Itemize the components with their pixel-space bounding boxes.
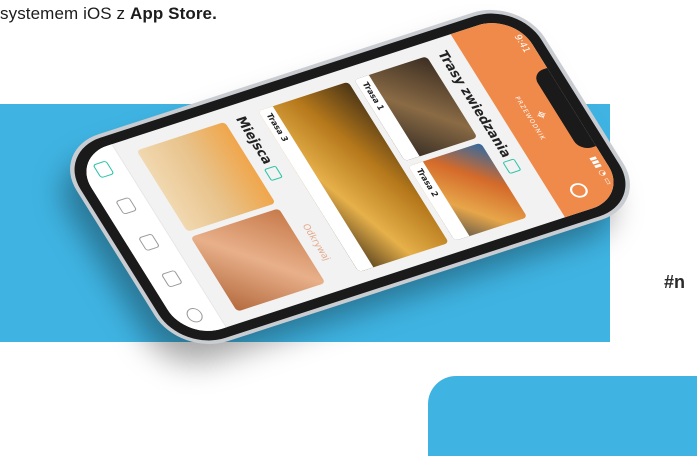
info-icon[interactable]	[183, 306, 206, 325]
home-tab-icon[interactable]	[92, 159, 115, 179]
map-icon	[502, 158, 523, 175]
settings-gear-icon[interactable]	[566, 181, 591, 200]
status-icons: ▮▮▮ ◔ ▭	[588, 155, 615, 186]
places-tab-icon[interactable]	[137, 233, 161, 252]
notifications-bell-icon[interactable]	[160, 269, 184, 288]
phone-body: 9:41 ▮▮▮ ◔ ▭ ⌖ PRZEWODNIK Trasy zwiedzan…	[57, 2, 643, 352]
phone-screen: 9:41 ▮▮▮ ◔ ▭ ⌖ PRZEWODNIK Trasy zwiedzan…	[72, 13, 628, 341]
monument-icon	[264, 165, 284, 181]
phone-mockup: 9:41 ▮▮▮ ◔ ▭ ⌖ PRZEWODNIK Trasy zwiedzan…	[0, 0, 697, 412]
routes-tab-icon[interactable]	[115, 196, 138, 215]
status-time: 9:41	[511, 33, 532, 55]
